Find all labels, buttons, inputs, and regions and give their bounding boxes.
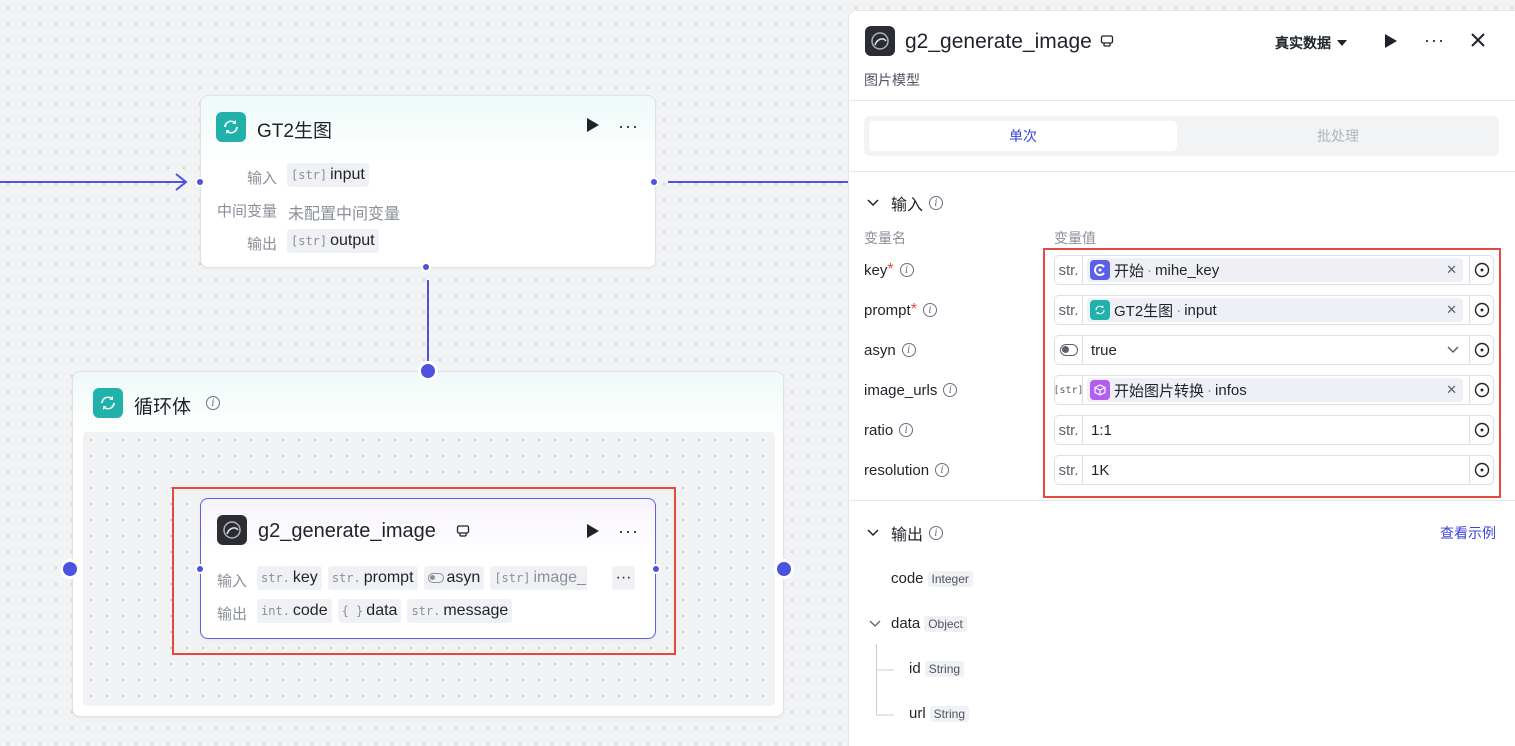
plugin-icon [1100,34,1114,53]
loop-icon [216,112,246,142]
close-icon[interactable] [1470,32,1486,53]
more-icon[interactable]: ··· [618,116,639,137]
loop-inner-start-handle[interactable] [60,559,80,579]
input-tags: str.key str.prompt asyn [str]image_url [257,566,587,590]
input-label: 输入 [217,573,248,590]
info-icon: i [901,343,916,357]
input-tag-key: str. key [257,566,322,590]
info-icon: i [922,303,937,317]
output-field-code: code Integer [891,570,973,587]
mode-tabs: 单次 批处理 [864,116,1499,156]
gt2-node[interactable]: GT2生图 ··· 输入 [str] input 中间变量 未配置中间变量 输出 … [200,95,656,268]
input-tag-image-url: [str]image_url [490,566,587,590]
row-label: 输出 [247,236,278,253]
divider [849,500,1515,501]
divider [849,171,1515,172]
input-tag: [str] input [287,163,369,187]
output-field-data[interactable]: data Object [869,615,967,632]
output-section-header[interactable]: 输出 i [867,521,944,545]
output-label: 输出 [217,606,248,623]
output-tags: int. code { } data str. message [257,599,518,623]
output-tag-data: { } data [337,599,402,623]
node-title: 循环体 [134,397,192,418]
g2-node[interactable]: g2_generate_image ··· 输入 str. key str. pro… [200,498,656,639]
model-avatar-icon [217,515,247,545]
info-icon: i [899,263,914,277]
chevron-down-icon [869,620,881,627]
panel-subtitle: 图片模型 [864,72,920,88]
highlight-box [1043,248,1501,498]
tab-single[interactable]: 单次 [869,121,1177,151]
run-icon[interactable] [1384,33,1398,54]
loop-icon [93,388,123,418]
g2-output-handle[interactable] [651,564,661,574]
output-field-id: id String [909,660,965,677]
info-icon: i [929,196,944,210]
loop-top-handle[interactable] [418,361,438,381]
output-tag-message: str. message [407,599,513,623]
chevron-down-icon [867,529,879,537]
info-icon[interactable]: i [206,396,220,410]
output-tag: [str] output [287,229,379,253]
middle-var-empty: 未配置中间变量 [288,206,401,223]
node-detail-panel: g2_generate_image 真实数据 ··· 图片模型 单次 批处理 输… [848,10,1515,746]
model-avatar-icon [865,26,895,56]
gt2-bottom-handle[interactable] [421,262,431,272]
node-title: GT2生图 [257,121,332,142]
run-icon[interactable] [586,523,600,544]
chevron-down-icon [867,199,879,207]
output-field-url: url String [909,705,970,722]
row-label: 中间变量 [217,203,278,220]
input-tag-prompt: str. prompt [327,566,418,590]
info-icon: i [935,463,950,477]
output-tag-code: int. code [257,599,332,623]
panel-title: g2_generate_image [905,30,1092,53]
loop-inner-end-handle[interactable] [774,559,794,579]
col-name-header: 变量名 [864,230,906,246]
input-section-header[interactable]: 输入 i [867,191,944,215]
col-value-header: 变量值 [1054,230,1096,246]
gt2-input-handle[interactable] [195,177,205,187]
info-icon: i [943,383,958,397]
caret-down-icon [1337,40,1347,46]
toggle-icon [427,573,444,583]
input-tag-asyn: asyn [423,566,485,590]
view-example-link[interactable]: 查看示例 [1440,523,1496,543]
tab-batch[interactable]: 批处理 [1184,121,1492,151]
info-icon: i [929,526,944,540]
data-mode-select[interactable]: 真实数据 [1275,33,1347,53]
run-icon[interactable] [586,117,600,138]
g2-input-handle[interactable] [195,564,205,574]
node-title: g2_generate_image [258,520,436,542]
more-icon[interactable]: ··· [1424,30,1445,51]
more-icon[interactable]: ··· [618,521,639,542]
divider [849,100,1515,101]
info-icon: i [899,423,914,437]
row-label: 输入 [247,170,278,187]
plugin-icon [456,524,470,543]
more-inputs-button[interactable]: ··· [612,566,635,590]
gt2-output-handle[interactable] [649,177,659,187]
